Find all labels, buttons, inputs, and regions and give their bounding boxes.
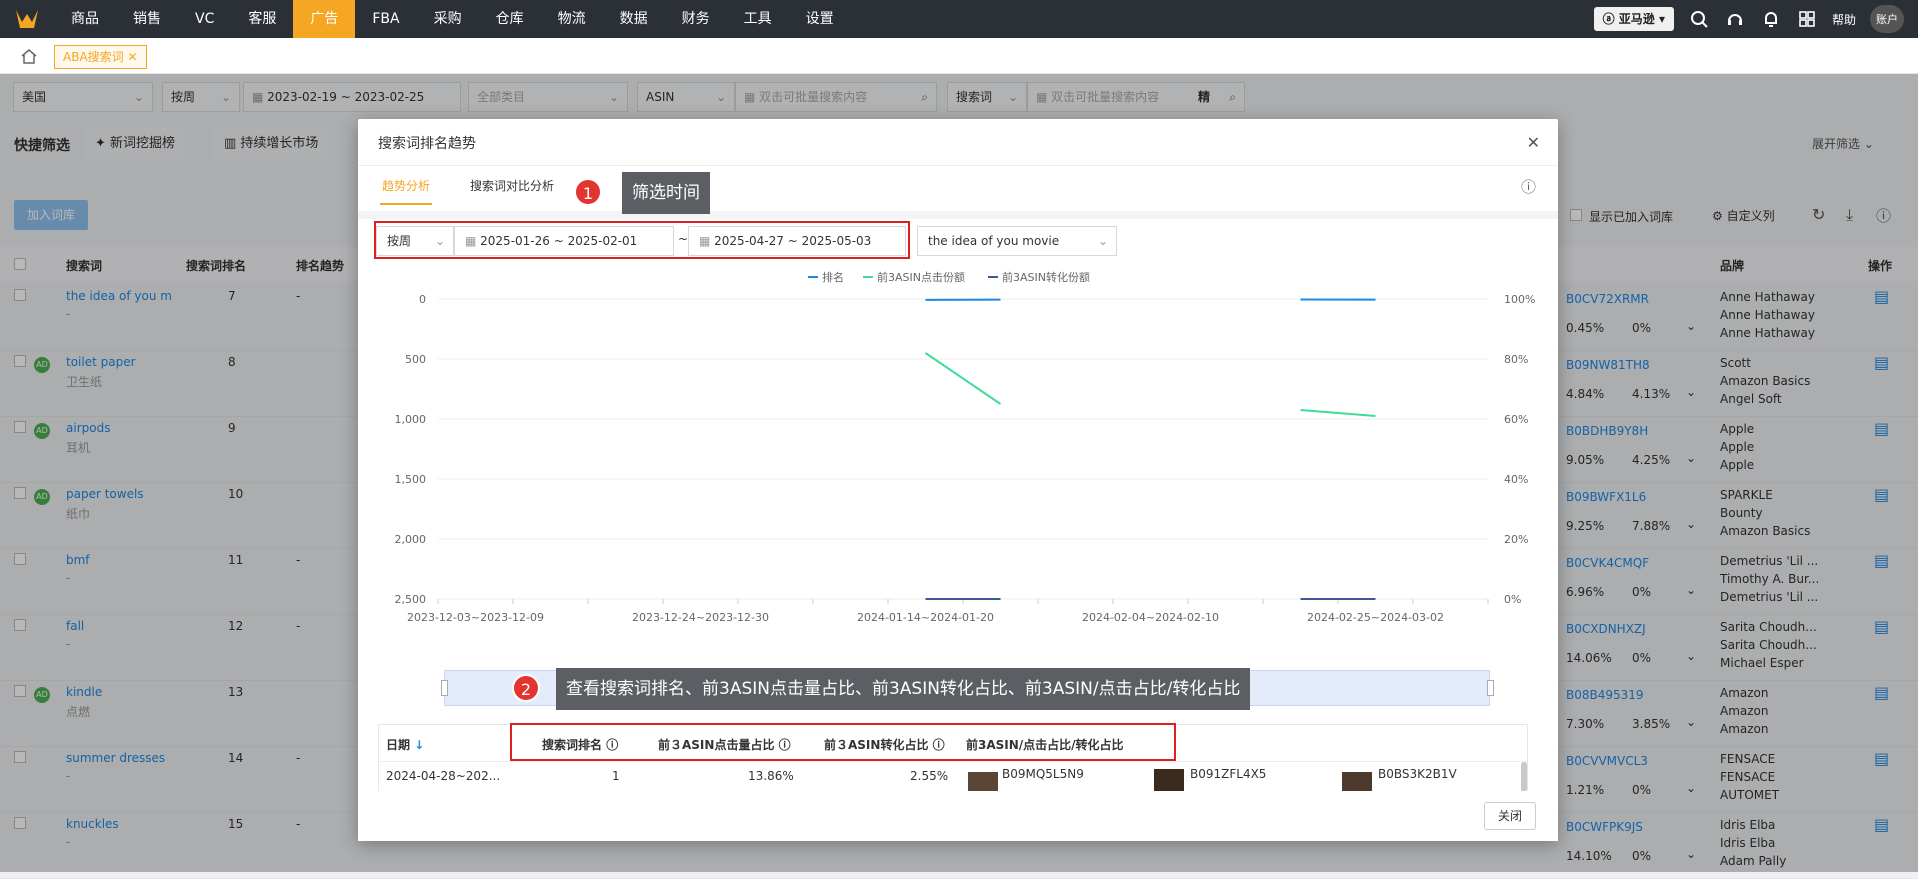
nav-item[interactable]: 采购 <box>417 0 479 38</box>
y-left-tick: 1,000 <box>395 413 427 426</box>
callout-1-number: 1 <box>574 178 602 206</box>
marketplace-label: 亚马逊 <box>1619 12 1655 26</box>
y-right-tick: 0% <box>1504 593 1521 606</box>
nav-item[interactable]: 工具 <box>727 0 789 38</box>
modal-divider <box>358 165 1558 166</box>
nav-item[interactable]: VC <box>178 0 231 38</box>
table-divider <box>379 761 1527 762</box>
marketplace-selector[interactable]: ⓐ 亚马逊 ▾ <box>1594 7 1674 31</box>
y-left-tick: 0 <box>419 293 426 306</box>
trend-chart: 排名 前3ASIN点击份额 前3ASIN转化份额 0 100% 500 80% 1,000 60… <box>358 267 1558 717</box>
account-avatar[interactable]: 账户 <box>1870 5 1904 33</box>
modal-term-select[interactable]: the idea of you movie ⌄ <box>917 226 1117 256</box>
modal-footer <box>358 791 1558 841</box>
sort-down-icon[interactable]: ↓ <box>414 738 424 752</box>
y-right-tick: 20% <box>1504 533 1528 546</box>
search-icon[interactable] <box>1688 8 1710 30</box>
y-right-tick: 40% <box>1504 473 1528 486</box>
close-icon[interactable]: ✕ <box>1527 133 1540 152</box>
home-icon[interactable] <box>20 47 38 65</box>
y-right-tick: 60% <box>1504 413 1528 426</box>
y-left-tick: 1,500 <box>395 473 427 486</box>
x-tick-label: 2024-02-25~2024-03-02 <box>1307 611 1444 624</box>
nav-item[interactable]: 设置 <box>789 0 851 38</box>
slider-handle-left[interactable] <box>441 680 448 696</box>
nav-item[interactable]: FBA <box>355 0 416 38</box>
top-navigation: 商品销售VC客服广告FBA采购仓库物流数据财务工具设置 ⓐ 亚马逊 ▾ 帮助 账… <box>0 0 1918 38</box>
row-click: 13.86% <box>748 769 794 783</box>
callout-2-number: 2 <box>512 674 540 702</box>
product-thumbnail[interactable] <box>1342 772 1372 792</box>
tab-aba-search-terms[interactable]: ABA搜索词 ✕ <box>54 45 147 69</box>
bell-icon[interactable] <box>1760 8 1782 30</box>
nav-item[interactable]: 广告 <box>293 0 355 38</box>
x-tick-label: 2023-12-03~2023-12-09 <box>407 611 544 624</box>
row-rank: 1 <box>612 769 620 783</box>
modal-title: 搜索词排名趋势 <box>378 133 476 153</box>
nav-item[interactable]: 仓库 <box>479 0 541 38</box>
highlight-box-date <box>374 221 910 259</box>
close-button[interactable]: 关闭 <box>1484 802 1536 830</box>
headset-icon[interactable] <box>1724 8 1746 30</box>
tab-trend-analysis[interactable]: 趋势分析 <box>382 177 430 194</box>
tab-label: ABA搜索词 <box>63 50 124 64</box>
legend-label: 前3ASIN转化份额 <box>1002 270 1090 284</box>
asin-link-1[interactable]: B09MQ5L5N9 <box>1002 767 1084 781</box>
x-tick-label: 2023-12-24~2023-12-30 <box>632 611 769 624</box>
y-right-tick: 100% <box>1504 293 1535 306</box>
help-circle-icon[interactable]: ⓘ <box>1521 176 1536 197</box>
series-segment <box>926 353 1001 404</box>
apps-grid-icon[interactable] <box>1796 8 1818 30</box>
highlight-box-headers <box>510 723 1176 761</box>
y-left-tick: 2,500 <box>395 593 427 606</box>
term-value: the idea of you movie <box>928 234 1059 248</box>
row-date: 2024-04-28~202... <box>386 769 500 783</box>
callout-1-text: 筛选时间 <box>622 172 710 214</box>
nav-item[interactable]: 财务 <box>665 0 727 38</box>
nav-item[interactable]: 销售 <box>116 0 178 38</box>
close-icon[interactable]: ✕ <box>127 50 137 64</box>
th-date-label: 日期 <box>386 738 410 752</box>
nav-item[interactable]: 数据 <box>603 0 665 38</box>
asin-link-3[interactable]: B0BS3K2B1V <box>1378 767 1457 781</box>
table-scrollbar[interactable] <box>1521 762 1527 792</box>
chevron-down-icon: ⌄ <box>1098 227 1108 255</box>
legend-label: 排名 <box>822 270 844 284</box>
th-date[interactable]: 日期 ↓ <box>386 736 424 753</box>
y-right-tick: 80% <box>1504 353 1528 366</box>
trend-modal: 搜索词排名趋势 ✕ 趋势分析 搜索词对比分析 ⓘ 按周⌄ ▦ 2025-01-2… <box>358 119 1558 841</box>
series-segment <box>1301 410 1376 416</box>
slider-handle-right[interactable] <box>1487 680 1494 696</box>
nav-item[interactable]: 客服 <box>231 0 293 38</box>
row-conv: 2.55% <box>910 769 948 783</box>
x-tick-label: 2024-02-04~2024-02-10 <box>1082 611 1219 624</box>
nav-item[interactable]: 商品 <box>54 0 116 38</box>
app-logo[interactable] <box>0 0 54 38</box>
x-tick-label: 2024-01-14~2024-01-20 <box>857 611 994 624</box>
y-left-tick: 500 <box>405 353 426 366</box>
amazon-icon: ⓐ <box>1603 12 1619 26</box>
product-thumbnail[interactable] <box>968 772 998 792</box>
legend-label: 前3ASIN点击份额 <box>877 270 965 284</box>
section-gap <box>358 211 1558 219</box>
tab-underline <box>380 203 432 205</box>
product-thumbnail[interactable] <box>1154 769 1184 791</box>
help-link[interactable]: 帮助 <box>1832 11 1856 28</box>
asin-link-2[interactable]: B091ZFL4X5 <box>1190 767 1266 781</box>
tab-bar: ABA搜索词 ✕ <box>0 38 1918 74</box>
nav-item[interactable]: 物流 <box>541 0 603 38</box>
y-left-tick: 2,000 <box>395 533 427 546</box>
tab-compare-analysis[interactable]: 搜索词对比分析 <box>470 177 554 194</box>
callout-2-text: 查看搜索词排名、前3ASIN点击量占比、前3ASIN转化占比、前3ASIN/点击… <box>556 668 1250 710</box>
